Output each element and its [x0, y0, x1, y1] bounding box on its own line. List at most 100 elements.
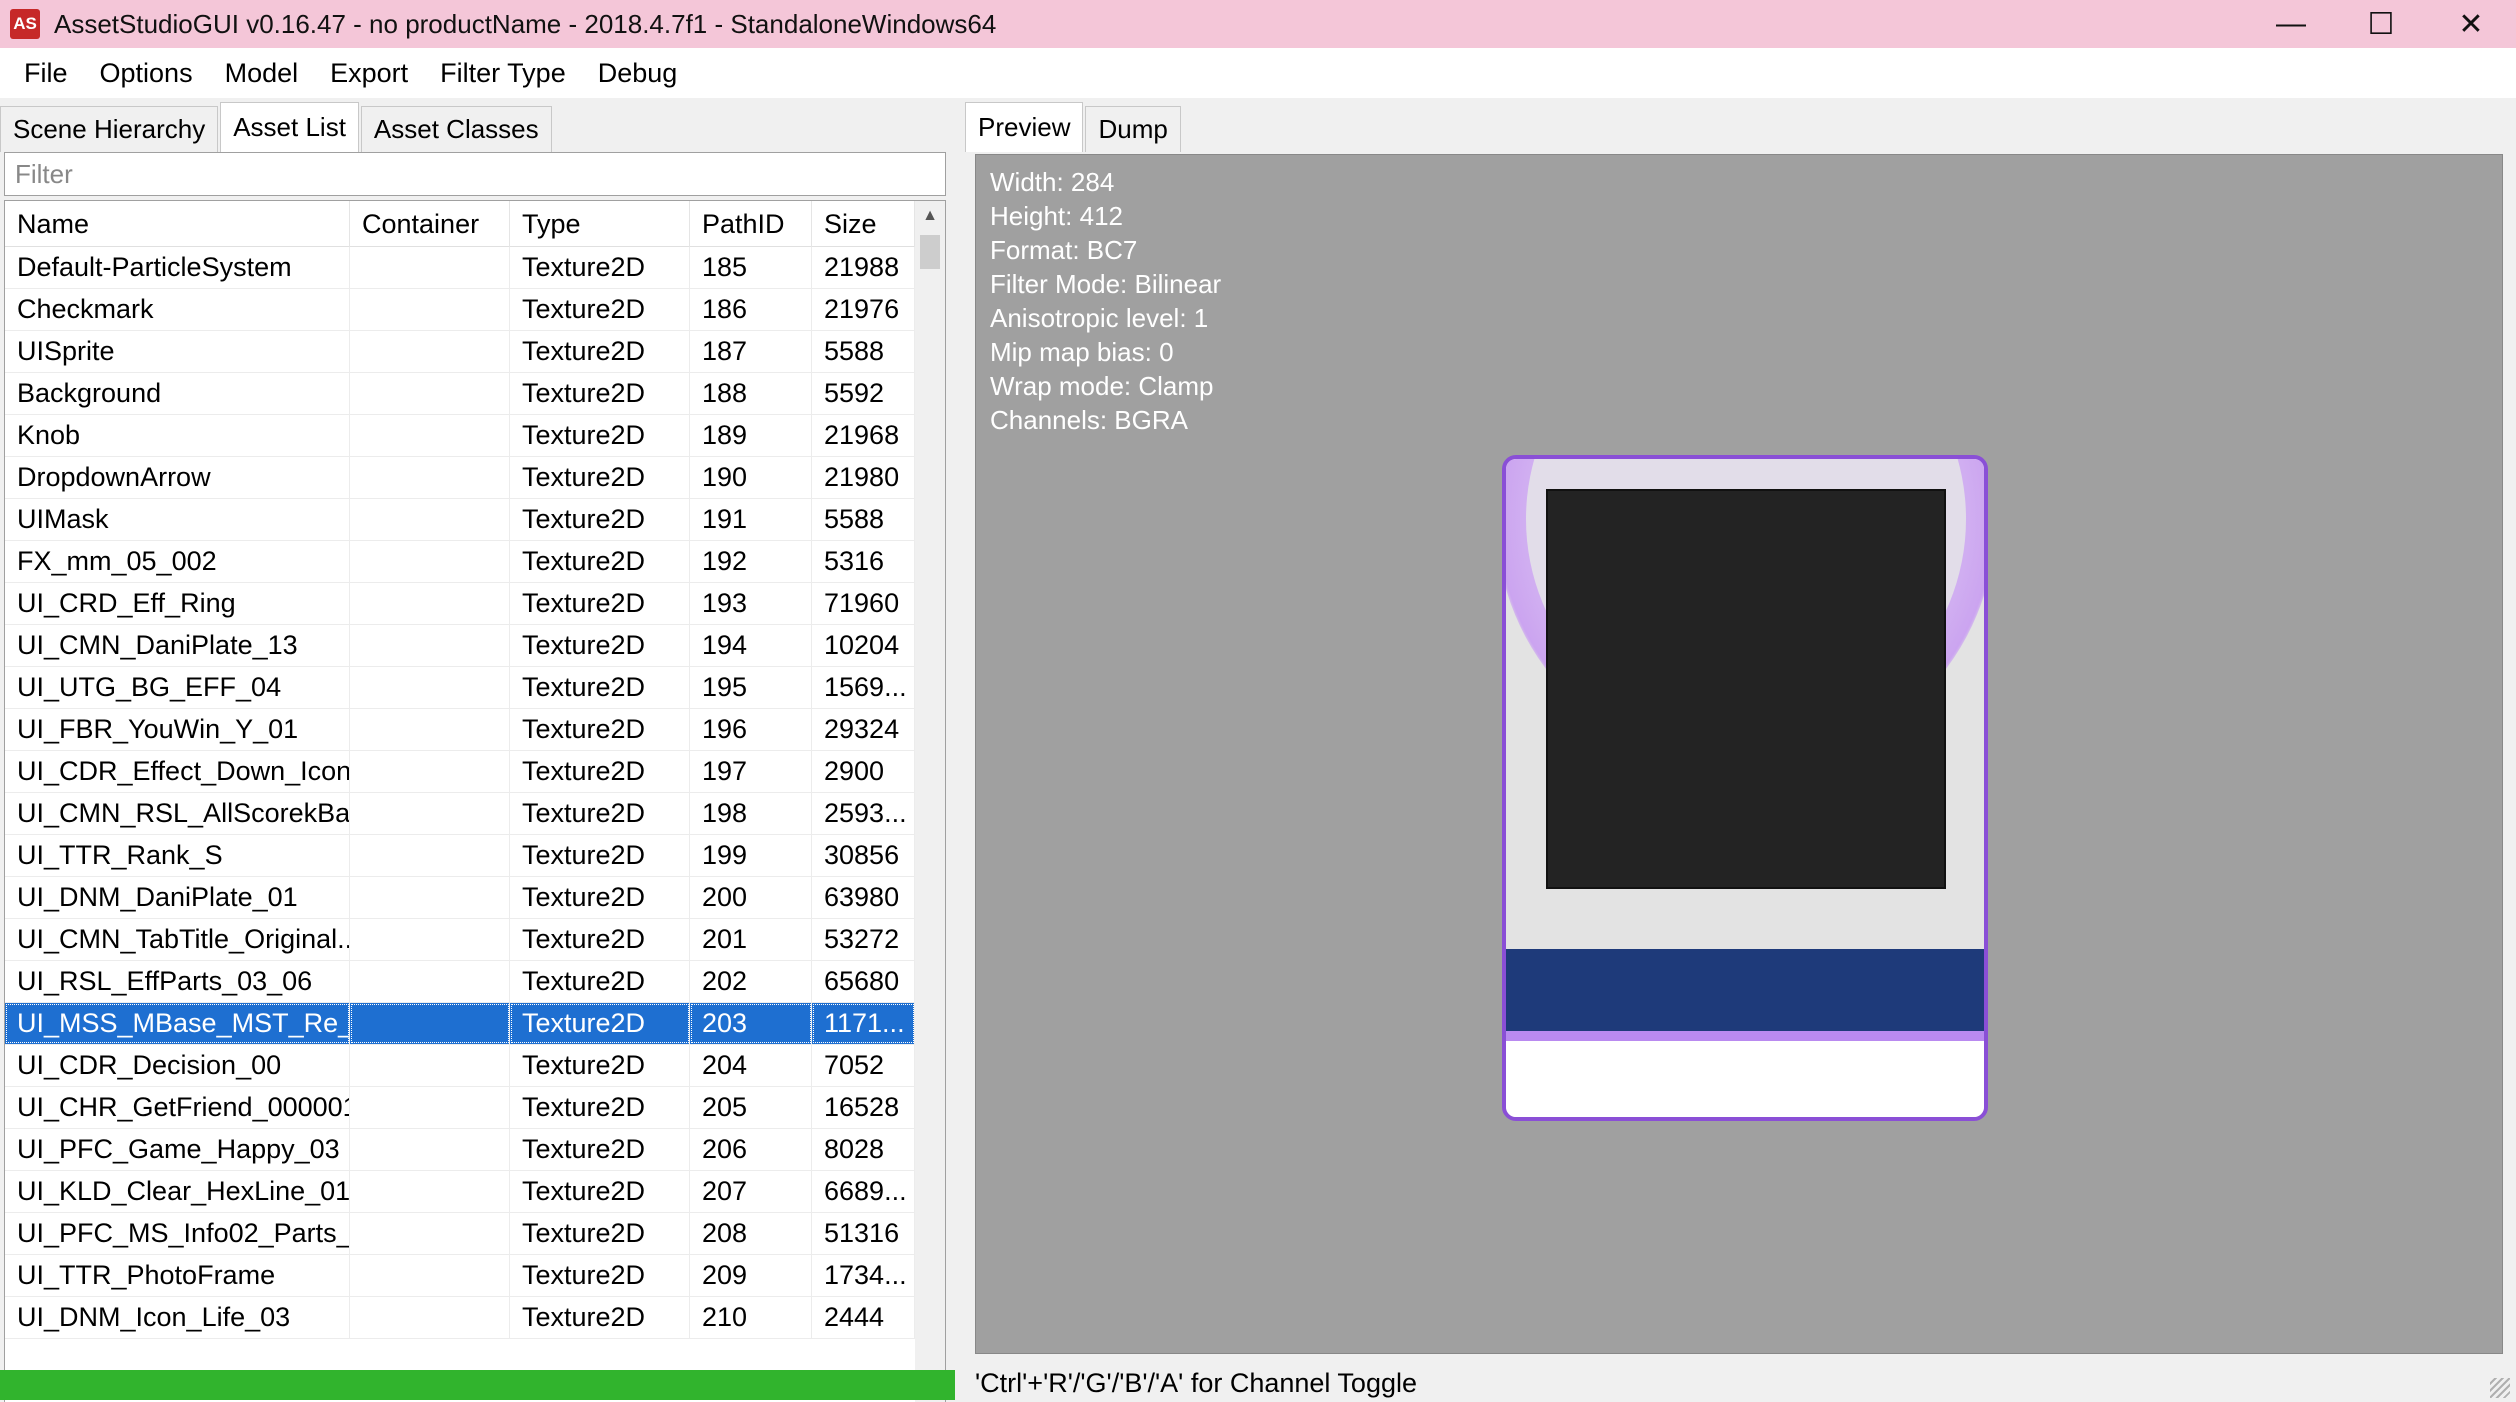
menu-filter-type[interactable]: Filter Type	[424, 58, 582, 89]
menu-options[interactable]: Options	[84, 58, 209, 89]
info-filter-mode: Filter Mode: Bilinear	[990, 269, 1222, 299]
tab-scene-hierarchy[interactable]: Scene Hierarchy	[0, 106, 219, 152]
cell-size: 30856	[812, 835, 915, 876]
cell-type: Texture2D	[510, 961, 690, 1002]
table-row[interactable]: UI_CRD_Eff_Ring Texture2D 193 71960	[5, 583, 915, 625]
info-width: Width: 284	[990, 167, 1115, 197]
cell-container	[350, 1087, 510, 1128]
cell-size: 21976	[812, 289, 915, 330]
table-row[interactable]: UI_CDR_Decision_00 Texture2D 204 7052	[5, 1045, 915, 1087]
column-header-size[interactable]: Size	[812, 201, 915, 247]
status-text: 'Ctrl'+'R'/'G'/'B'/'A' for Channel Toggl…	[975, 1367, 1417, 1398]
table-row[interactable]: UI_TTR_PhotoFrame Texture2D 209 1734...	[5, 1255, 915, 1297]
menu-file[interactable]: File	[8, 58, 84, 89]
table-row[interactable]: FX_mm_05_002 Texture2D 192 5316	[5, 541, 915, 583]
table-row[interactable]: UI_TTR_Rank_S Texture2D 199 30856	[5, 835, 915, 877]
cell-type: Texture2D	[510, 1213, 690, 1254]
cell-size: 5588	[812, 331, 915, 372]
cell-path: 193	[690, 583, 812, 624]
cell-type: Texture2D	[510, 415, 690, 456]
preview-pane: Preview Dump Width: 284 Height: 412 Form…	[963, 98, 2516, 1402]
table-row[interactable]: UI_PFC_MS_Info02_Parts_08 Texture2D 208 513…	[5, 1213, 915, 1255]
cell-container	[350, 373, 510, 414]
table-row[interactable]: UI_RSL_EffParts_03_06 Texture2D 202 65680	[5, 961, 915, 1003]
table-row[interactable]: UI_PFC_Game_Happy_03 Texture2D 206 8028	[5, 1129, 915, 1171]
cell-container	[350, 1171, 510, 1212]
asset-rows: Default-ParticleSystem Texture2D 185 21988 C…	[5, 247, 915, 1339]
cell-container	[350, 415, 510, 456]
cell-path: 194	[690, 625, 812, 666]
cell-name: UI_CMN_TabTitle_Original...	[5, 919, 350, 960]
cell-path: 210	[690, 1297, 812, 1338]
cell-type: Texture2D	[510, 1255, 690, 1296]
table-row[interactable]: Checkmark Texture2D 186 21976	[5, 289, 915, 331]
cell-container	[350, 625, 510, 666]
cell-size: 71960	[812, 583, 915, 624]
column-header-pathid[interactable]: PathID	[690, 201, 812, 247]
table-row[interactable]: UI_FBR_YouWin_Y_01 Texture2D 196 29324	[5, 709, 915, 751]
scroll-up-icon[interactable]: ▲	[915, 201, 945, 231]
table-row[interactable]: UI_CMN_TabTitle_Original... Texture2D 201 5…	[5, 919, 915, 961]
table-row[interactable]: UI_CHR_GetFriend_000001 Texture2D 205 16528	[5, 1087, 915, 1129]
menu-model[interactable]: Model	[209, 58, 315, 89]
column-header-name[interactable]: Name	[5, 201, 350, 247]
table-row[interactable]: Background Texture2D 188 5592	[5, 373, 915, 415]
tab-asset-classes[interactable]: Asset Classes	[360, 106, 552, 152]
tab-dump[interactable]: Dump	[1085, 106, 1181, 152]
menu-debug[interactable]: Debug	[582, 58, 694, 89]
table-row[interactable]: UI_UTG_BG_EFF_04 Texture2D 195 1569...	[5, 667, 915, 709]
cell-path: 191	[690, 499, 812, 540]
app-icon: AS	[10, 9, 40, 39]
table-row[interactable]: UISprite Texture2D 187 5588	[5, 331, 915, 373]
table-row[interactable]: Knob Texture2D 189 21968	[5, 415, 915, 457]
cell-container	[350, 1297, 510, 1338]
table-row[interactable]: UI_KLD_Clear_HexLine_01 Texture2D 207 6689.…	[5, 1171, 915, 1213]
resize-grip-icon[interactable]	[2490, 1378, 2510, 1398]
cell-container	[350, 1129, 510, 1170]
scroll-thumb[interactable]	[920, 235, 940, 269]
table-row[interactable]: DropdownArrow Texture2D 190 21980	[5, 457, 915, 499]
table-row[interactable]: UI_CMN_RSL_AllScorekBase Texture2D 198 2593…	[5, 793, 915, 835]
filter-input[interactable]	[15, 158, 945, 190]
cell-name: UISprite	[5, 331, 350, 372]
cell-size: 65680	[812, 961, 915, 1002]
cell-path: 204	[690, 1045, 812, 1086]
cell-size: 5592	[812, 373, 915, 414]
cell-size: 21968	[812, 415, 915, 456]
cell-container	[350, 751, 510, 792]
cell-name: Knob	[5, 415, 350, 456]
close-button[interactable]: ✕	[2426, 0, 2516, 48]
cell-type: Texture2D	[510, 583, 690, 624]
cell-name: UI_CHR_GetFriend_000001	[5, 1087, 350, 1128]
minimize-button[interactable]: —	[2246, 0, 2336, 48]
table-row[interactable]: UI_MSS_MBase_MST_Re_... Texture2D 203 1171.…	[5, 1003, 915, 1045]
asset-list: Name Container Type PathID Size Default-…	[4, 200, 946, 1402]
cell-name: UI_CRD_Eff_Ring	[5, 583, 350, 624]
table-row[interactable]: UI_CDR_Effect_Down_Icon_... Texture2D1972…	[5, 751, 915, 793]
table-row[interactable]: UIMask Texture2D 191 5588	[5, 499, 915, 541]
table-row[interactable]: UI_DNM_DaniPlate_01 Texture2D 200 63980	[5, 877, 915, 919]
cell-container	[350, 919, 510, 960]
cell-name: UI_RSL_EffParts_03_06	[5, 961, 350, 1002]
table-row[interactable]: Default-ParticleSystem Texture2D 185 21988	[5, 247, 915, 289]
tab-preview[interactable]: Preview	[965, 102, 1084, 152]
table-row[interactable]: UI_CMN_DaniPlate_13 Texture2D 194 10204	[5, 625, 915, 667]
maximize-button[interactable]: ☐	[2336, 0, 2426, 48]
cell-container	[350, 331, 510, 372]
cell-container	[350, 835, 510, 876]
vertical-scrollbar[interactable]: ▲ ▼	[915, 201, 945, 1402]
cell-size: 63980	[812, 877, 915, 918]
column-header-type[interactable]: Type	[510, 201, 690, 247]
cell-path: 189	[690, 415, 812, 456]
cell-path: 202	[690, 961, 812, 1002]
cell-type: Texture2D	[510, 541, 690, 582]
menu-export[interactable]: Export	[314, 58, 424, 89]
table-row[interactable]: UI_DNM_Icon_Life_03 Texture2D 210 2444	[5, 1297, 915, 1339]
preview-tabs: Preview Dump	[965, 102, 1183, 152]
tab-asset-list[interactable]: Asset List	[220, 102, 359, 152]
cell-container	[350, 1045, 510, 1086]
cell-path: 207	[690, 1171, 812, 1212]
cell-size: 7052	[812, 1045, 915, 1086]
cell-size: 2593...	[812, 793, 915, 834]
column-header-container[interactable]: Container	[350, 201, 510, 247]
